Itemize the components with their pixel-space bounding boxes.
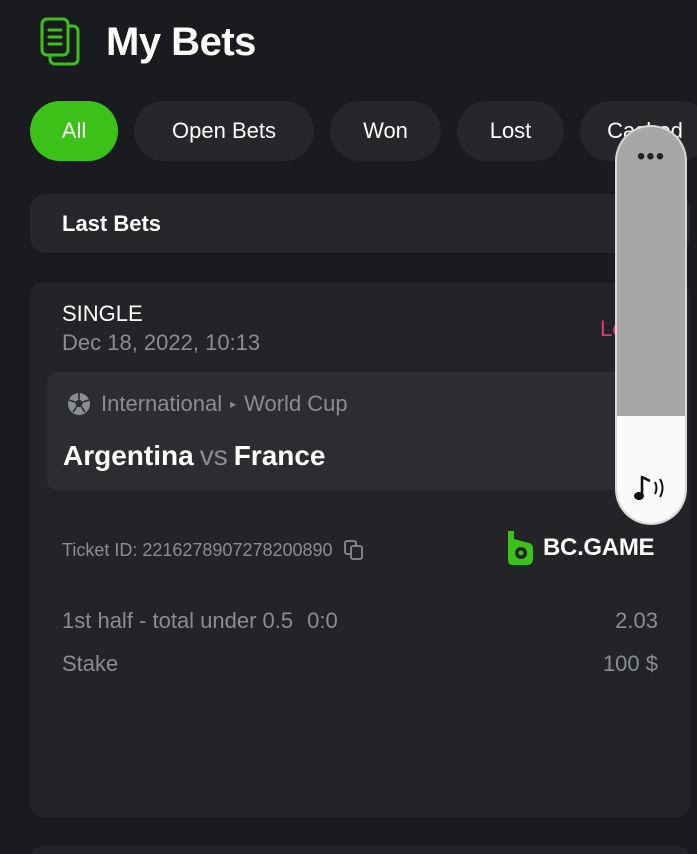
dropdown-value: Last Bets [62, 210, 162, 236]
market-name: 1st half - total under 0.5 [62, 608, 294, 633]
ticket-id-text: Ticket ID: 2216278907278200890 [62, 539, 333, 560]
caret-right-icon: ▸ [230, 397, 237, 411]
league-breadcrumb: International ▸ World Cup [101, 391, 348, 417]
ticket-id: Ticket ID: 2216278907278200890 [62, 539, 365, 561]
volume-level-fill [617, 416, 685, 523]
away-team: France [233, 440, 326, 471]
stake-row: Stake 100 $ [62, 651, 658, 677]
page-title: My Bets [106, 19, 256, 64]
event-tournament: World Cup [244, 391, 348, 416]
home-team: Argentina [63, 440, 194, 471]
bet-card[interactable]: SINGLE Dec 18, 2022, 10:13 Lost Internat… [30, 283, 690, 817]
tab-lost[interactable]: Lost [457, 101, 564, 161]
soccer-ball-icon [68, 393, 90, 415]
more-options-icon[interactable]: ••• [617, 145, 685, 169]
stake-value: 100 $ [602, 651, 658, 676]
bet-selection-row: 1st half - total under 0.5 0:0 2.03 [62, 608, 658, 634]
vs-label: vs [199, 440, 228, 471]
match-title: Argentina vs France [63, 440, 326, 472]
market-score: 0:0 [307, 608, 338, 633]
bet-filter-tabs: All Open Bets Won Lost Cashed [30, 101, 697, 161]
stake-label: Stake [62, 651, 119, 676]
bet-type: SINGLE [62, 301, 143, 326]
page-header: My Bets [38, 16, 256, 68]
odds-value: 2.03 [615, 608, 658, 633]
bets-document-icon [40, 17, 80, 66]
volume-overlay[interactable]: ••• [617, 127, 685, 523]
event-category: International [101, 391, 223, 416]
bet-card-next[interactable] [30, 846, 690, 854]
music-volume-icon [634, 475, 664, 500]
bc-game-logo-icon [508, 531, 533, 565]
brand-logo: BC.GAME [505, 529, 655, 567]
tab-open-bets[interactable]: Open Bets [134, 101, 314, 161]
copy-icon[interactable] [343, 539, 365, 561]
brand-name: BC.GAME [543, 534, 655, 561]
bet-date: Dec 18, 2022, 10:13 [62, 330, 261, 355]
event-info[interactable]: International ▸ World Cup Argentina vs Fra… [47, 372, 673, 490]
bets-period-dropdown[interactable]: Last Bets [30, 194, 690, 253]
tab-all[interactable]: All [30, 101, 118, 161]
tab-won[interactable]: Won [330, 101, 441, 161]
